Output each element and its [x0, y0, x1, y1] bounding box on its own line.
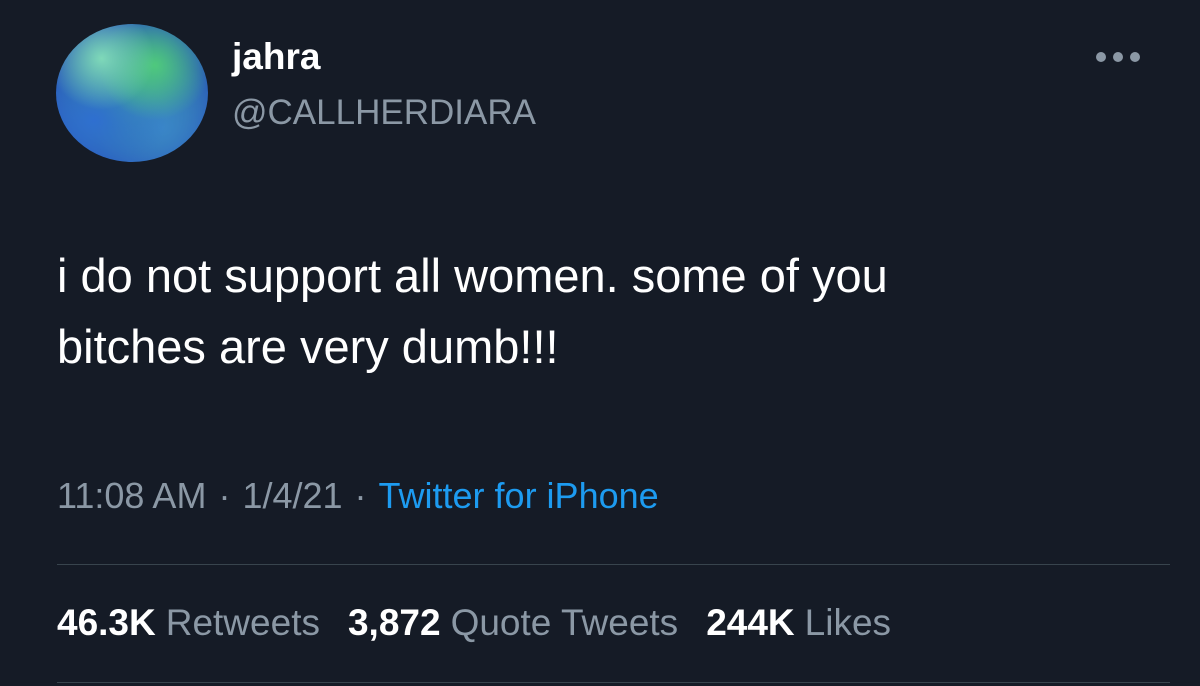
tweet-meta: 11:08 AM · 1/4/21 · Twitter for iPhone — [57, 478, 659, 514]
likes-label: Likes — [804, 602, 892, 643]
retweets-label: Retweets — [165, 602, 320, 643]
quote-tweets-stat[interactable]: 3,872 Quote Tweets — [348, 604, 678, 641]
tweet-date[interactable]: 1/4/21 — [242, 475, 342, 516]
ellipsis-icon[interactable] — [1096, 50, 1140, 64]
retweets-count: 46.3K — [57, 602, 156, 643]
tweet-stats: 46.3K Retweets 3,872 Quote Tweets 244K Like… — [57, 604, 891, 641]
user-handle[interactable]: @CALLHERDIARA — [232, 95, 536, 130]
ellipsis-dot — [1096, 52, 1106, 62]
divider — [57, 682, 1170, 683]
display-name[interactable]: jahra — [232, 38, 320, 75]
avatar[interactable] — [56, 24, 208, 162]
tweet-text-line-2: bitches are very dumb!!! — [57, 320, 559, 373]
quote-tweets-label: Quote Tweets — [450, 602, 679, 643]
likes-count: 244K — [706, 602, 795, 643]
quote-tweets-count: 3,872 — [347, 602, 441, 643]
ellipsis-dot — [1113, 52, 1123, 62]
tweet-time[interactable]: 11:08 AM — [57, 475, 206, 516]
tweet-text: i do not support all women. some of you b… — [57, 240, 1167, 382]
tweet-source-link[interactable]: Twitter for iPhone — [379, 475, 659, 516]
likes-stat[interactable]: 244K Likes — [706, 604, 891, 641]
tweet-text-line-1: i do not support all women. some of you — [57, 249, 888, 302]
tweet-card: jahra @CALLHERDIARA i do not support all… — [0, 0, 1200, 686]
meta-separator: · — [354, 475, 367, 516]
meta-separator: · — [218, 475, 231, 516]
retweets-stat[interactable]: 46.3K Retweets — [57, 604, 320, 641]
ellipsis-dot — [1130, 52, 1140, 62]
divider — [57, 564, 1170, 565]
